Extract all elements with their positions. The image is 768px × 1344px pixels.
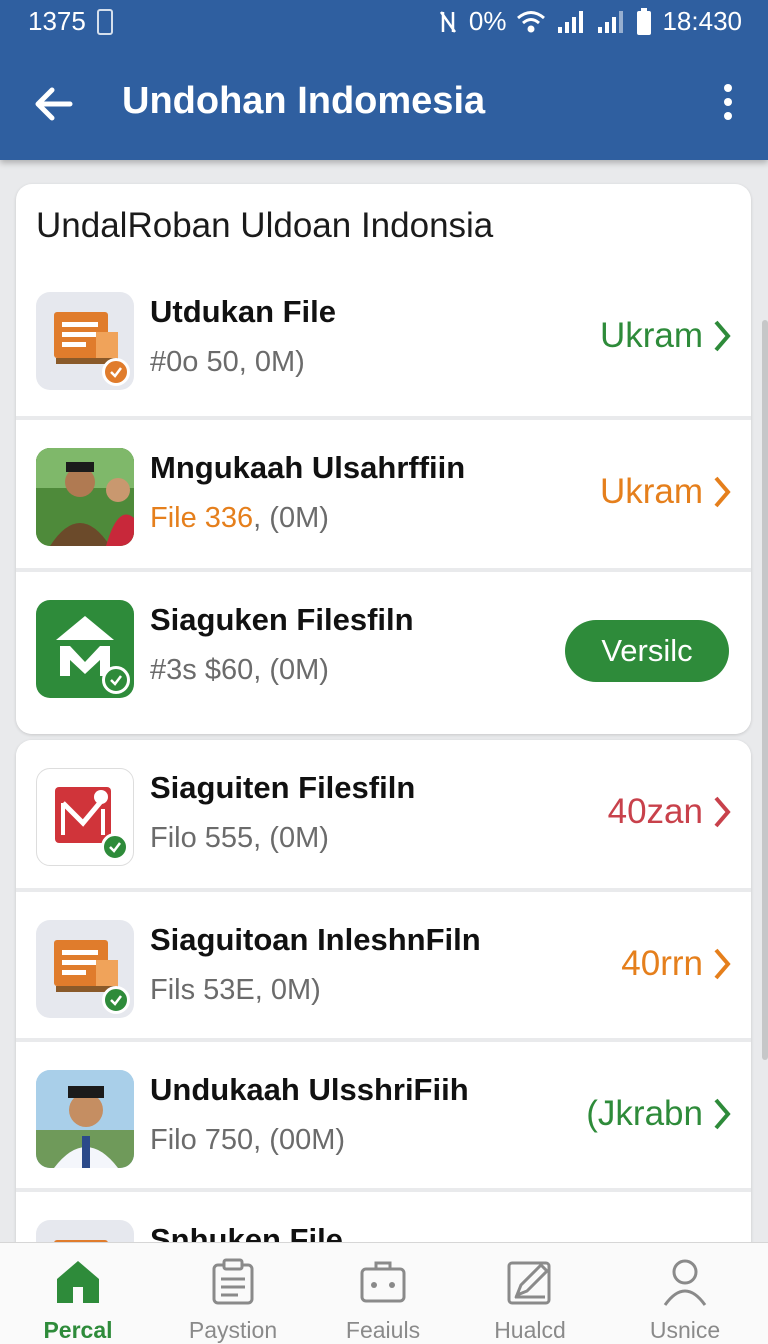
list-item[interactable]: Utdukan File #0o 50, 0M) Ukram [16,264,751,416]
chevron-right-icon [714,796,731,828]
file-meta: Filo 555, (0M) [150,822,329,854]
clipboard-icon [212,1258,254,1305]
phone-icon [96,8,113,35]
status-signal-text: 0% [468,6,507,36]
file-list-card-1: UndalRoban Uldoan Indonsia Utdukan File … [16,184,751,734]
chevron-right-icon [714,948,731,980]
file-name: Mngukaah Ulsahrffiin [150,450,466,485]
check-badge-icon [102,986,130,1014]
green-m-house-icon [36,600,134,698]
more-options-icon[interactable] [718,82,738,122]
chevron-right-icon [714,476,731,508]
nfc-icon [439,10,456,33]
app-bar: Undohan Indomesia [0,60,768,150]
status-left-text: 1375 [28,6,86,36]
user-icon [663,1259,707,1306]
home-icon [57,1261,99,1303]
file-name: Undukaah UlsshriFiih [150,1072,469,1107]
file-name: Siaguitoan InleshnFiln [150,922,481,957]
building-document-icon [36,920,134,1018]
file-name: Utdukan File [150,294,337,329]
list-item[interactable]: Mngukaah Ulsahrffiin File 336, (0M) Ukra… [16,416,751,568]
row-action-link[interactable]: Ukram [600,472,731,512]
status-bar: 1375 0% 18:430 [0,0,768,44]
battery-icon [637,7,652,35]
check-badge-icon [101,833,129,861]
file-meta: #0o 50, 0M) [150,346,305,378]
person-photo-icon [36,1070,134,1168]
nav-item-usnice[interactable]: Usnice [610,1243,760,1344]
nav-item-hualcd[interactable]: Hualcd [455,1243,605,1344]
nav-item-paystion[interactable]: Paystion [158,1243,308,1344]
edit-icon [507,1261,551,1305]
row-action-link[interactable]: 40zan [608,792,731,832]
list-item[interactable]: Siaguken Filesfiln #3s $60, (0M) Versilc [16,568,751,734]
people-photo-icon [36,448,134,546]
check-badge-icon [102,358,130,386]
scrollbar[interactable] [762,320,768,1060]
version-button[interactable]: Versilc [565,620,729,682]
building-document-icon [36,292,134,390]
nav-item-feaiuls[interactable]: Feaiuls [308,1243,458,1344]
list-item[interactable]: Siaguiten Filesfiln Filo 555, (0M) 40zan [16,740,751,892]
status-time: 18:430 [662,6,742,36]
top-app-bar: 1375 0% 18:430 Undohan Indomesia [0,0,768,160]
file-meta: #3s $60, (0M) [150,654,329,686]
file-meta: Filo 750, (00M) [150,1124,346,1156]
signal-icon-2 [598,10,624,33]
row-action-link[interactable]: 40rrn [621,944,731,984]
section-title: UndalRoban Uldoan Indonsia [36,206,494,245]
list-item[interactable]: Siaguitoan InleshnFiln Fils 53E, 0M) 40r… [16,888,751,1040]
page-title: Undohan Indomesia [122,80,486,122]
list-item[interactable]: Undukaah UlsshriFiih Filo 750, (00M) (Jk… [16,1038,751,1190]
briefcase-icon [360,1261,406,1303]
row-action-link[interactable]: (Jkrabn [586,1094,731,1134]
back-arrow-icon[interactable] [30,80,78,128]
signal-icon [558,10,584,33]
file-list-card-2: Siaguiten Filesfiln Filo 555, (0M) 40zan… [16,740,751,1260]
check-badge-icon [102,666,130,694]
red-mail-icon [36,768,134,866]
file-meta: Fils 53E, 0M) [150,974,321,1006]
bottom-navigation: Percal Paystion Feaiuls Hualcd Usnice [0,1242,768,1344]
wifi-icon [517,10,546,32]
row-action-link[interactable]: Ukram [600,316,731,356]
chevron-right-icon [714,320,731,352]
chevron-right-icon [714,1098,731,1130]
file-name: Siaguiten Filesfiln [150,770,416,805]
file-name: Siaguken Filesfiln [150,602,414,637]
nav-item-percal[interactable]: Percal [3,1243,153,1344]
file-meta: File 336, (0M) [150,502,329,534]
